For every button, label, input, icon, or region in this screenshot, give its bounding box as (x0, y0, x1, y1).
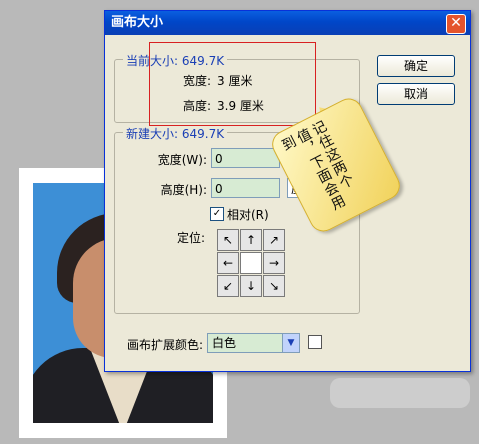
dialog-title: 画布大小 (111, 15, 164, 30)
extension-color-label: 画布扩展颜色: (127, 338, 204, 352)
extension-color-select[interactable]: 白色 ▼ (207, 333, 300, 353)
new-height-label: 高度(H): (160, 183, 207, 197)
anchor-top[interactable]: ↑ (240, 229, 262, 251)
new-width-label: 宽度(W): (157, 153, 207, 167)
anchor-bottom[interactable]: ↓ (240, 275, 262, 297)
close-button[interactable]: ✕ (446, 14, 466, 34)
extension-color-swatch[interactable] (308, 335, 322, 349)
anchor-left[interactable]: ← (217, 252, 239, 274)
relative-label: 相对(R) (227, 208, 269, 222)
watermark-blur (330, 378, 470, 408)
highlight-box (149, 42, 316, 126)
width-input[interactable]: 0 (211, 148, 280, 168)
anchor-bottom-left[interactable]: ↙ (217, 275, 239, 297)
height-input[interactable]: 0 (211, 178, 280, 198)
extension-color-value: 白色 (212, 336, 237, 350)
anchor-center[interactable] (240, 252, 262, 274)
cancel-button[interactable]: 取消 (377, 83, 455, 105)
anchor-top-left[interactable]: ↖ (217, 229, 239, 251)
new-size-legend: 新建大小: 649.7K (123, 125, 228, 142)
anchor-label: 定位: (176, 231, 205, 245)
dialog-titlebar[interactable]: 画布大小 ✕ (105, 11, 470, 35)
anchor-right[interactable]: → (263, 252, 285, 274)
relative-checkbox[interactable]: ✓ (210, 207, 224, 221)
anchor-top-right[interactable]: ↗ (263, 229, 285, 251)
ok-button[interactable]: 确定 (377, 55, 455, 77)
chevron-down-icon[interactable]: ▼ (282, 334, 299, 352)
anchor-bottom-right[interactable]: ↘ (263, 275, 285, 297)
